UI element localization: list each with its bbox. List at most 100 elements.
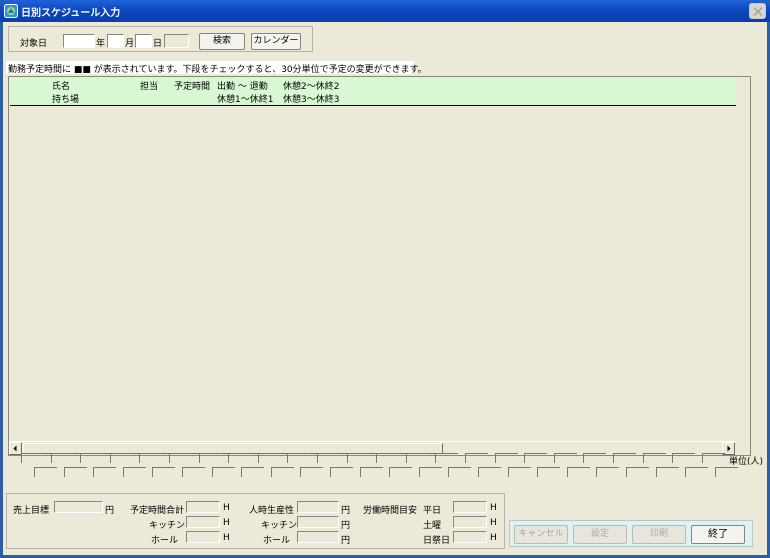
planned-total-field (186, 501, 220, 513)
time-slot-box[interactable] (478, 467, 501, 477)
window-title: 日別スケジュール入力 (21, 8, 121, 19)
calendar-button[interactable]: カレンダー (251, 33, 301, 50)
weekday-field (453, 501, 487, 513)
time-slot-box[interactable] (508, 467, 531, 477)
time-slot-box[interactable] (21, 453, 44, 463)
saturday-field (453, 516, 487, 528)
time-slot-box[interactable] (672, 453, 695, 463)
list-header: 氏名 担当 予定時間 出勤 〜 退勤 休憩2〜休終2 持ち場 休憩1〜休終1 休… (10, 78, 736, 106)
time-slot-box[interactable] (123, 467, 146, 477)
search-button[interactable]: 検索 (199, 33, 245, 50)
time-slot-box[interactable] (537, 467, 560, 477)
unit-label: 単位(人) (729, 457, 764, 467)
header-in-out: 出勤 〜 退勤 (217, 82, 268, 92)
time-slot-box[interactable] (715, 467, 738, 477)
weekday-label: 平日 (423, 506, 442, 516)
exit-button[interactable]: 終了 (691, 525, 745, 544)
productivity-label: 人時生産性 (249, 506, 295, 516)
year-unit: 年 (96, 39, 106, 49)
saturday-label: 土曜 (423, 521, 442, 531)
app-icon (4, 4, 18, 18)
schedule-list[interactable]: 氏名 担当 予定時間 出勤 〜 退勤 休憩2〜休終2 持ち場 休憩1〜休終1 休… (8, 76, 751, 456)
time-slot-box[interactable] (643, 453, 666, 463)
time-slot-box[interactable] (34, 467, 57, 477)
month-input[interactable] (107, 34, 124, 48)
header-break1: 休憩1〜休終1 (217, 95, 274, 105)
hall-hours-field (186, 531, 220, 543)
time-slot-box[interactable] (685, 467, 708, 477)
time-slot-box[interactable] (330, 467, 353, 477)
time-slot-box[interactable] (300, 467, 323, 477)
cancel-button[interactable]: キャンセル (514, 525, 568, 544)
time-slot-box[interactable] (596, 467, 619, 477)
time-slot-box[interactable] (524, 453, 547, 463)
hall-productivity-label: ホール (263, 536, 291, 546)
kitchen-productivity-label: キッチン (261, 521, 298, 531)
time-slot-box[interactable] (495, 453, 518, 463)
weekday-unit: H (490, 503, 497, 513)
time-slot-box[interactable] (241, 467, 264, 477)
time-slot-box[interactable] (182, 467, 205, 477)
time-slot-box[interactable] (110, 453, 133, 463)
close-button[interactable] (749, 3, 766, 19)
search-group: 対象日 年 月 日 検索 カレンダー (8, 26, 313, 52)
time-slot-box[interactable] (389, 467, 412, 477)
time-slot-box[interactable] (271, 467, 294, 477)
holiday-label: 日祭日 (423, 536, 451, 546)
time-slot-box[interactable] (419, 467, 442, 477)
hall-hours-unit: H (223, 533, 230, 543)
notice-text: 勤務予定時間に ■■ が表示されています。下段をチェックすると、30分単位で予定… (6, 61, 427, 75)
time-slot-box[interactable] (376, 453, 399, 463)
productivity-field (297, 501, 339, 513)
header-break3: 休憩3〜休終3 (283, 95, 340, 105)
sales-target-unit: 円 (105, 506, 115, 516)
settings-button[interactable]: 設定 (573, 525, 627, 544)
time-slot-box[interactable] (258, 453, 281, 463)
time-slot-box[interactable] (347, 453, 370, 463)
header-name: 氏名 (52, 82, 71, 92)
time-slot-box[interactable] (317, 453, 340, 463)
time-slot-box[interactable] (212, 467, 235, 477)
action-button-panel: キャンセル 設定 印刷 終了 (509, 520, 753, 547)
hall-hours-label: ホール (151, 536, 179, 546)
holiday-field (453, 531, 487, 543)
time-slot-box[interactable] (567, 467, 590, 477)
hall-productivity-field (297, 531, 339, 543)
time-slot-box[interactable] (613, 453, 636, 463)
vertical-scrollbar[interactable] (736, 77, 750, 455)
time-slot-box[interactable] (626, 467, 649, 477)
time-slot-box[interactable] (702, 453, 725, 463)
time-slot-box[interactable] (64, 467, 87, 477)
header-assignee: 担当 (140, 82, 159, 92)
time-slot-box[interactable] (656, 467, 679, 477)
time-slot-box[interactable] (139, 453, 162, 463)
time-slot-box[interactable] (287, 453, 310, 463)
day-input[interactable] (135, 34, 152, 48)
time-slot-box[interactable] (583, 453, 606, 463)
year-input[interactable] (63, 34, 95, 48)
saturday-unit: H (490, 518, 497, 528)
header-station: 持ち場 (52, 95, 80, 105)
time-slot-box[interactable] (554, 453, 577, 463)
productivity-unit: 円 (341, 506, 351, 516)
kitchen-hours-unit: H (223, 518, 230, 528)
time-slot-box[interactable] (228, 453, 251, 463)
header-planned-time: 予定時間 (174, 82, 211, 92)
time-slot-box[interactable] (51, 453, 74, 463)
time-slot-box[interactable] (80, 453, 103, 463)
sales-target-label: 売上目標 (13, 506, 50, 516)
time-slot-box[interactable] (465, 453, 488, 463)
time-slot-box[interactable] (169, 453, 192, 463)
time-slot-box[interactable] (93, 467, 116, 477)
weekday-display (164, 34, 189, 48)
time-slot-box[interactable] (199, 453, 222, 463)
time-slot-box[interactable] (406, 453, 429, 463)
title-bar[interactable]: 日別スケジュール入力 (0, 0, 770, 22)
print-button[interactable]: 印刷 (632, 525, 686, 544)
time-slot-box[interactable] (435, 453, 458, 463)
time-slot-box[interactable] (360, 467, 383, 477)
planned-total-label: 予定時間合計 (130, 506, 185, 516)
hall-productivity-unit: 円 (341, 536, 351, 546)
time-slot-box[interactable] (152, 467, 175, 477)
time-slot-box[interactable] (448, 467, 471, 477)
